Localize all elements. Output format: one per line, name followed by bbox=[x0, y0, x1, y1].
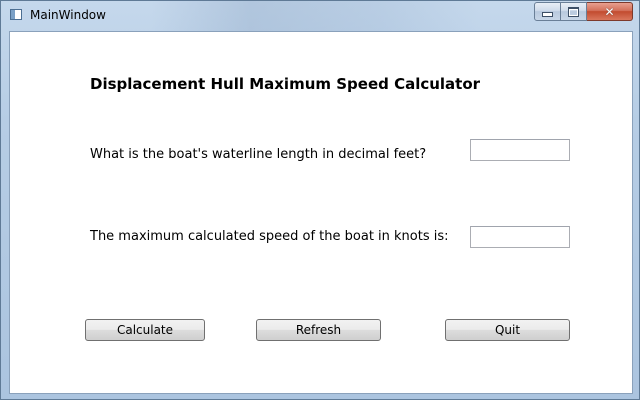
title-bar-glass bbox=[151, 1, 481, 31]
minimize-button[interactable] bbox=[534, 2, 561, 21]
waterline-length-input[interactable] bbox=[470, 139, 570, 161]
window-app-icon[interactable] bbox=[10, 9, 22, 20]
waterline-length-label: What is the boat's waterline length in d… bbox=[90, 147, 427, 162]
window-title: MainWindow bbox=[30, 8, 106, 22]
calculate-button[interactable]: Calculate bbox=[85, 319, 205, 341]
close-button[interactable]: ✕ bbox=[587, 2, 633, 21]
page-title: Displacement Hull Maximum Speed Calculat… bbox=[90, 75, 481, 93]
max-speed-output[interactable] bbox=[470, 226, 570, 248]
minimize-icon bbox=[542, 12, 553, 17]
caption-buttons: ✕ bbox=[534, 2, 633, 21]
refresh-button[interactable]: Refresh bbox=[256, 319, 381, 341]
client-area: Displacement Hull Maximum Speed Calculat… bbox=[9, 31, 633, 394]
max-speed-label: The maximum calculated speed of the boat… bbox=[90, 229, 449, 244]
maximize-icon bbox=[568, 6, 579, 17]
close-icon: ✕ bbox=[604, 4, 615, 19]
quit-button[interactable]: Quit bbox=[445, 319, 570, 341]
maximize-button[interactable] bbox=[561, 2, 587, 21]
main-window: MainWindow ✕ Displacement Hull Maximum S… bbox=[0, 0, 640, 400]
title-bar[interactable]: MainWindow ✕ bbox=[1, 1, 639, 31]
